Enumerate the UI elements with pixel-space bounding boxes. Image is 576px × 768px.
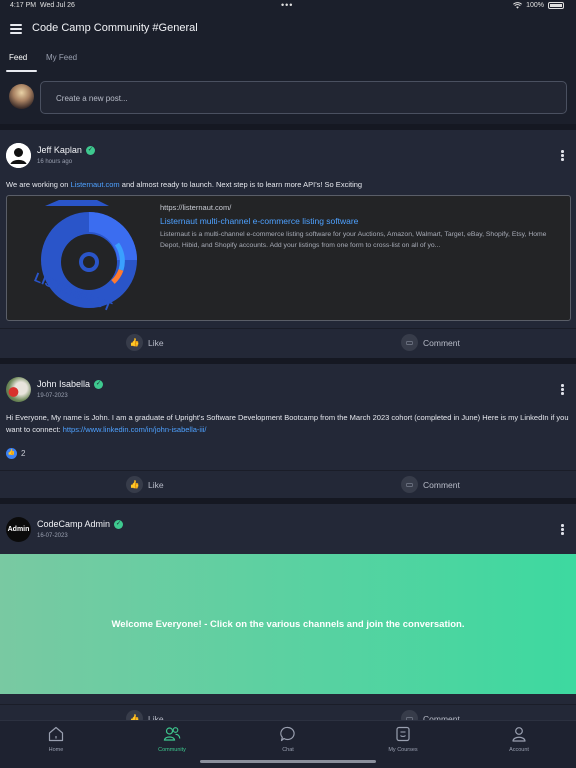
post-composer: Create a new post... bbox=[0, 78, 576, 122]
feed-tabs: Feed My Feed bbox=[0, 50, 576, 72]
post-timestamp: 16-07-2023 bbox=[37, 533, 68, 539]
author-name[interactable]: Jeff Kaplan ✓ bbox=[37, 145, 95, 155]
comment-button[interactable]: ▭ Comment bbox=[401, 334, 460, 351]
like-button[interactable]: 👍 Like bbox=[126, 476, 164, 493]
nav-account[interactable]: Account bbox=[484, 725, 554, 753]
post-header: Jeff Kaplan ✓ 16 hours ago bbox=[0, 130, 576, 170]
preview-url: https://listernaut.com/ bbox=[160, 203, 232, 212]
thumbs-up-icon: 👍 bbox=[126, 476, 143, 493]
avatar[interactable] bbox=[6, 377, 31, 402]
post-banner-image[interactable]: Welcome Everyone! - Click on the various… bbox=[0, 554, 576, 694]
nav-chat[interactable]: Chat bbox=[253, 725, 323, 753]
post-actions: 👍 Like ▭ Comment bbox=[0, 328, 576, 354]
listernaut-logo-image: LISTERNAUT bbox=[17, 200, 157, 318]
comment-icon: ▭ bbox=[401, 334, 418, 351]
post-card: John Isabella ✓ 19-07-2023 Hi Everyone, M… bbox=[0, 364, 576, 498]
active-tab-indicator bbox=[6, 70, 37, 72]
nav-community[interactable]: Community bbox=[137, 725, 207, 753]
verified-check-icon: ✓ bbox=[85, 145, 95, 155]
tab-my-feed[interactable]: My Feed bbox=[46, 53, 77, 62]
post-timestamp: 16 hours ago bbox=[37, 159, 73, 165]
status-right: 100% bbox=[513, 2, 564, 9]
avatar[interactable]: Admin bbox=[6, 517, 31, 542]
multitasking-dots-icon[interactable]: ••• bbox=[281, 0, 293, 10]
status-time: 4:17 PM Wed Jul 26 bbox=[10, 2, 75, 9]
app-bar: Code Camp Community #General bbox=[0, 18, 576, 42]
post-card: Jeff Kaplan ✓ 16 hours ago We are working… bbox=[0, 130, 576, 358]
home-icon bbox=[48, 726, 64, 742]
avatar[interactable] bbox=[6, 143, 31, 168]
nav-my-courses[interactable]: My Courses bbox=[368, 725, 438, 753]
chat-icon bbox=[280, 726, 295, 742]
more-options-icon[interactable] bbox=[561, 150, 564, 162]
status-bar: 4:17 PM Wed Jul 26 ••• 100% bbox=[0, 0, 576, 12]
like-reaction-icon: 👍 bbox=[6, 448, 17, 459]
wifi-icon bbox=[513, 2, 523, 9]
create-post-input[interactable]: Create a new post... bbox=[40, 81, 567, 114]
community-icon bbox=[163, 727, 181, 741]
comment-icon: ▭ bbox=[401, 476, 418, 493]
preview-title[interactable]: Listernaut multi-channel e-commerce list… bbox=[160, 216, 358, 226]
post-timestamp: 19-07-2023 bbox=[37, 393, 68, 399]
preview-description: Listernaut is a multi-channel e-commerce… bbox=[160, 231, 547, 249]
courses-icon bbox=[396, 726, 410, 742]
more-options-icon[interactable] bbox=[561, 524, 564, 536]
post-body: Hi Everyone, My name is John. I am a gra… bbox=[6, 413, 569, 434]
post-link[interactable]: Listernaut.com bbox=[70, 180, 119, 189]
verified-check-icon: ✓ bbox=[94, 379, 104, 389]
nav-home[interactable]: Home bbox=[21, 725, 91, 753]
tab-feed[interactable]: Feed bbox=[9, 53, 27, 62]
default-user-icon bbox=[6, 143, 31, 168]
link-preview-card[interactable]: LISTERNAUT https://listernaut.com/ Liste… bbox=[6, 195, 571, 321]
account-icon bbox=[512, 727, 526, 742]
page-title: Code Camp Community #General bbox=[32, 22, 198, 34]
post-header: John Isabella ✓ 19-07-2023 bbox=[0, 364, 576, 404]
post-header: Admin CodeCamp Admin ✓ 16-07-2023 bbox=[0, 504, 576, 544]
post-actions: 👍 Like ▭ Comment bbox=[0, 470, 576, 496]
author-name[interactable]: John Isabella ✓ bbox=[37, 379, 104, 389]
battery-percent: 100% bbox=[526, 2, 544, 9]
banner-text: Welcome Everyone! - Click on the various… bbox=[111, 618, 465, 630]
hamburger-menu-icon[interactable] bbox=[10, 24, 22, 34]
post-link[interactable]: https://www.linkedin.com/in/john-isabell… bbox=[63, 425, 207, 434]
comment-button[interactable]: ▭ Comment bbox=[401, 476, 460, 493]
home-indicator[interactable] bbox=[200, 760, 376, 763]
reaction-count: 2 bbox=[21, 449, 26, 458]
verified-check-icon: ✓ bbox=[114, 519, 124, 529]
thumbs-up-icon: 👍 bbox=[126, 334, 143, 351]
battery-icon bbox=[548, 2, 564, 9]
current-user-avatar[interactable] bbox=[9, 84, 34, 109]
author-name[interactable]: CodeCamp Admin ✓ bbox=[37, 519, 124, 529]
like-button[interactable]: 👍 Like bbox=[126, 334, 164, 351]
post-body: We are working on Listernaut.com and alm… bbox=[6, 180, 363, 189]
reaction-summary[interactable]: 👍 2 bbox=[6, 448, 25, 459]
more-options-icon[interactable] bbox=[561, 384, 564, 396]
post-card: Admin CodeCamp Admin ✓ 16-07-2023 Welcome… bbox=[0, 504, 576, 727]
